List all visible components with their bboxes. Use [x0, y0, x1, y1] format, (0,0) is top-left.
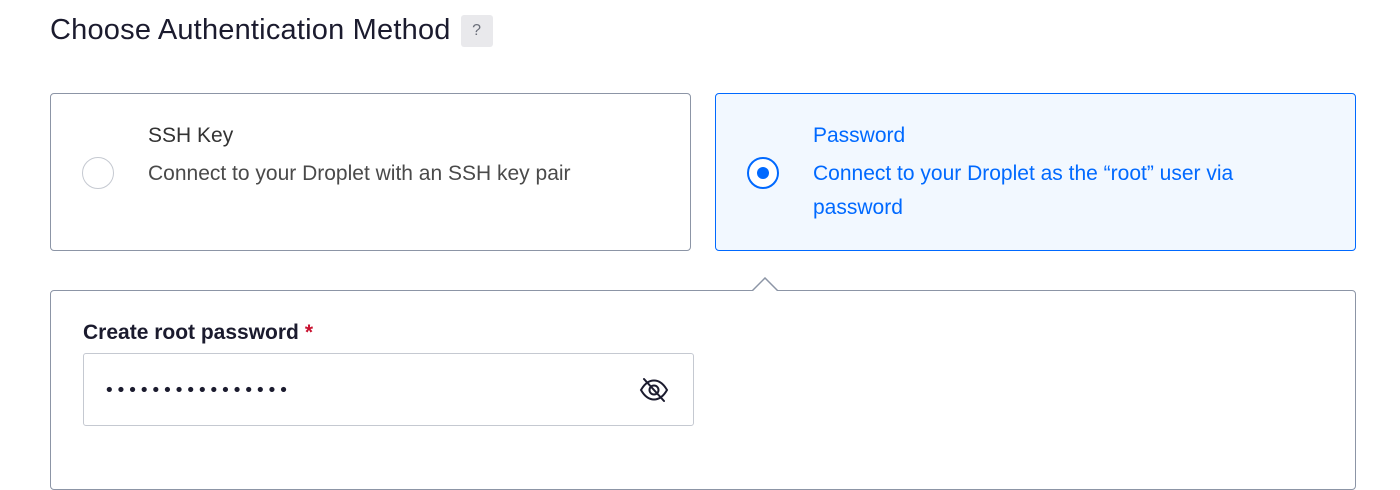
help-icon[interactable]: ? [460, 14, 493, 47]
eye-slash-icon[interactable] [639, 376, 669, 404]
root-password-label: Create root password * [83, 321, 313, 345]
root-password-field[interactable] [83, 353, 694, 427]
section-header: Choose Authentication Method ? [50, 14, 493, 47]
radio-selected-dot [757, 167, 769, 179]
auth-option-password[interactable]: Password Connect to your Droplet as the … [715, 93, 1356, 251]
ssh-key-option-text: SSH Key Connect to your Droplet with an … [148, 124, 650, 191]
root-password-input[interactable] [102, 354, 626, 427]
password-radio[interactable] [747, 157, 779, 189]
ssh-key-option-description: Connect to your Droplet with an SSH key … [148, 162, 571, 185]
panel-pointer-caret [752, 277, 778, 291]
auth-option-ssh-key[interactable]: SSH Key Connect to your Droplet with an … [50, 93, 691, 251]
root-password-label-text: Create root password [83, 321, 299, 344]
password-option-description: Connect to your Droplet as the “root” us… [813, 162, 1234, 219]
password-option-text: Password Connect to your Droplet as the … [813, 124, 1315, 225]
password-option-title: Password [813, 124, 906, 147]
required-marker: * [304, 321, 314, 344]
password-panel: Create root password * [50, 290, 1356, 490]
ssh-key-radio[interactable] [82, 157, 114, 189]
ssh-key-option-title: SSH Key [148, 124, 234, 147]
page-title: Choose Authentication Method [50, 14, 451, 46]
